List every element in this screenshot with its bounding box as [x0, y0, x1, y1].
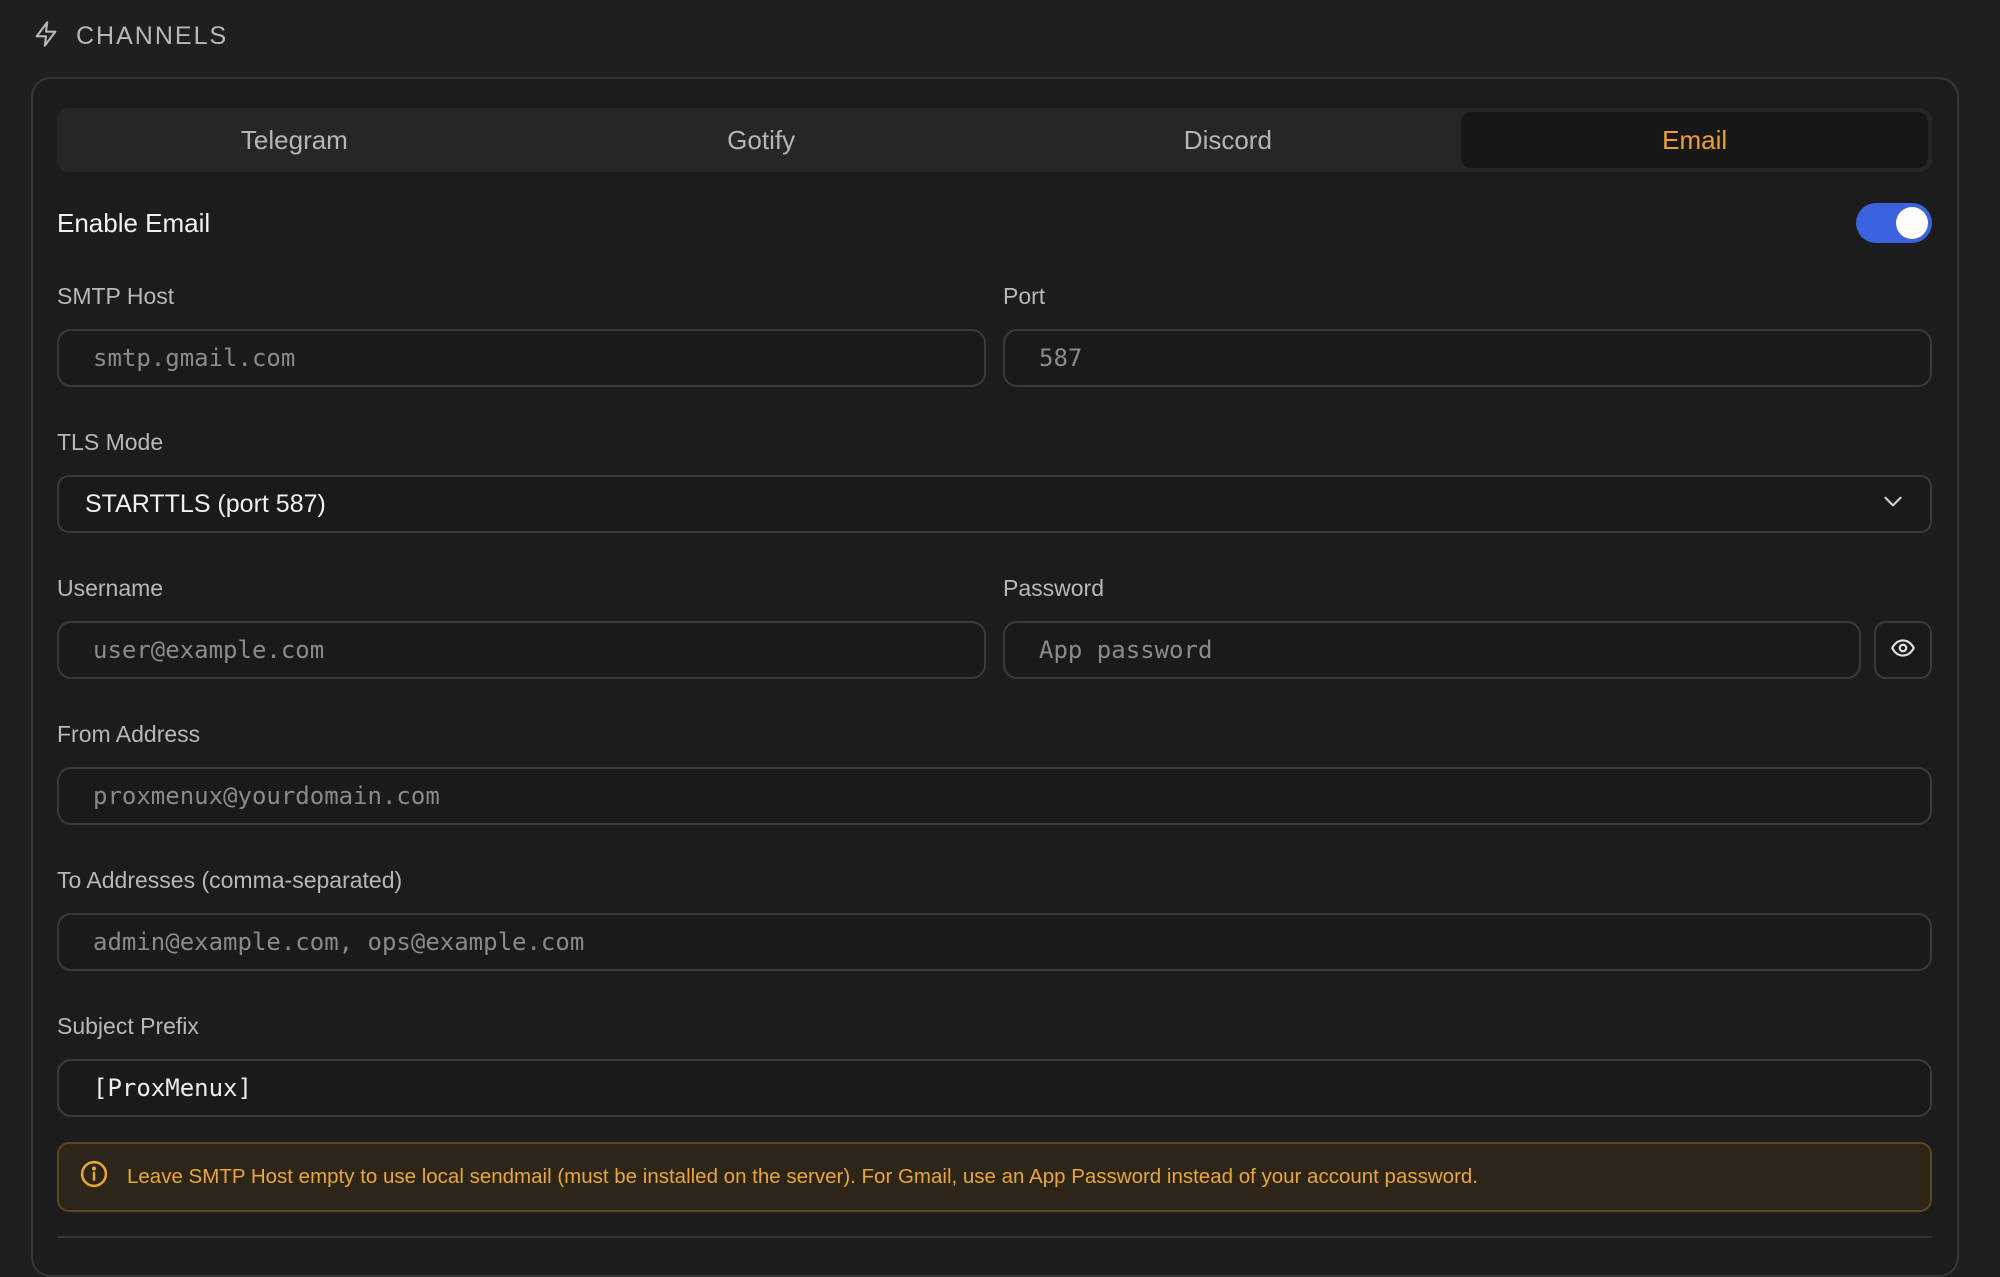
to-addresses-input[interactable]: admin@example.com, ops@example.com	[57, 913, 1932, 971]
tab-gotify[interactable]: Gotify	[528, 112, 995, 168]
section-header: CHANNELS	[32, 18, 228, 54]
chevron-down-icon	[1880, 488, 1906, 521]
tab-email[interactable]: Email	[1461, 112, 1928, 168]
username-input[interactable]: user@example.com	[57, 621, 986, 679]
to-addresses-placeholder: admin@example.com, ops@example.com	[93, 928, 585, 956]
toggle-password-visibility-button[interactable]	[1874, 621, 1932, 679]
tab-telegram[interactable]: Telegram	[61, 112, 528, 168]
notice-text: Leave SMTP Host empty to use local sendm…	[127, 1165, 1478, 1188]
tls-mode-select[interactable]: STARTTLS (port 587)	[57, 475, 1932, 533]
lightning-icon	[32, 20, 60, 53]
enable-email-label: Enable Email	[57, 207, 211, 238]
subject-prefix-input[interactable]: [ProxMenux]	[57, 1059, 1932, 1117]
divider	[57, 1236, 1932, 1238]
enable-email-toggle[interactable]	[1856, 203, 1932, 243]
smtp-host-placeholder: smtp.gmail.com	[93, 344, 296, 372]
from-address-placeholder: proxmenux@yourdomain.com	[93, 782, 440, 810]
tls-mode-value: STARTTLS (port 587)	[85, 489, 326, 518]
port-input[interactable]: 587	[1003, 329, 1932, 387]
subject-prefix-value: [ProxMenux]	[93, 1074, 252, 1102]
password-input[interactable]: App password	[1003, 621, 1861, 679]
from-address-input[interactable]: proxmenux@yourdomain.com	[57, 767, 1932, 825]
eye-icon	[1890, 635, 1916, 666]
smtp-host-input[interactable]: smtp.gmail.com	[57, 329, 986, 387]
tab-discord[interactable]: Discord	[995, 112, 1462, 168]
channel-tabs: Telegram Gotify Discord Email	[57, 108, 1932, 172]
section-title: CHANNELS	[76, 21, 229, 50]
smtp-host-label: SMTP Host	[57, 283, 175, 309]
enable-email-row: Enable Email	[57, 200, 1932, 246]
username-placeholder: user@example.com	[93, 636, 325, 664]
from-address-label: From Address	[57, 721, 201, 747]
port-placeholder: 587	[1039, 344, 1083, 372]
info-notice: Leave SMTP Host empty to use local sendm…	[57, 1142, 1932, 1212]
password-label: Password	[1003, 575, 1104, 601]
username-label: Username	[57, 575, 164, 601]
port-label: Port	[1003, 283, 1046, 309]
password-placeholder: App password	[1039, 636, 1213, 664]
to-addresses-label: To Addresses (comma-separated)	[57, 867, 403, 893]
subject-prefix-label: Subject Prefix	[57, 1013, 199, 1039]
tls-mode-label: TLS Mode	[57, 429, 164, 455]
toggle-knob	[1896, 207, 1928, 239]
info-icon	[79, 1159, 109, 1195]
